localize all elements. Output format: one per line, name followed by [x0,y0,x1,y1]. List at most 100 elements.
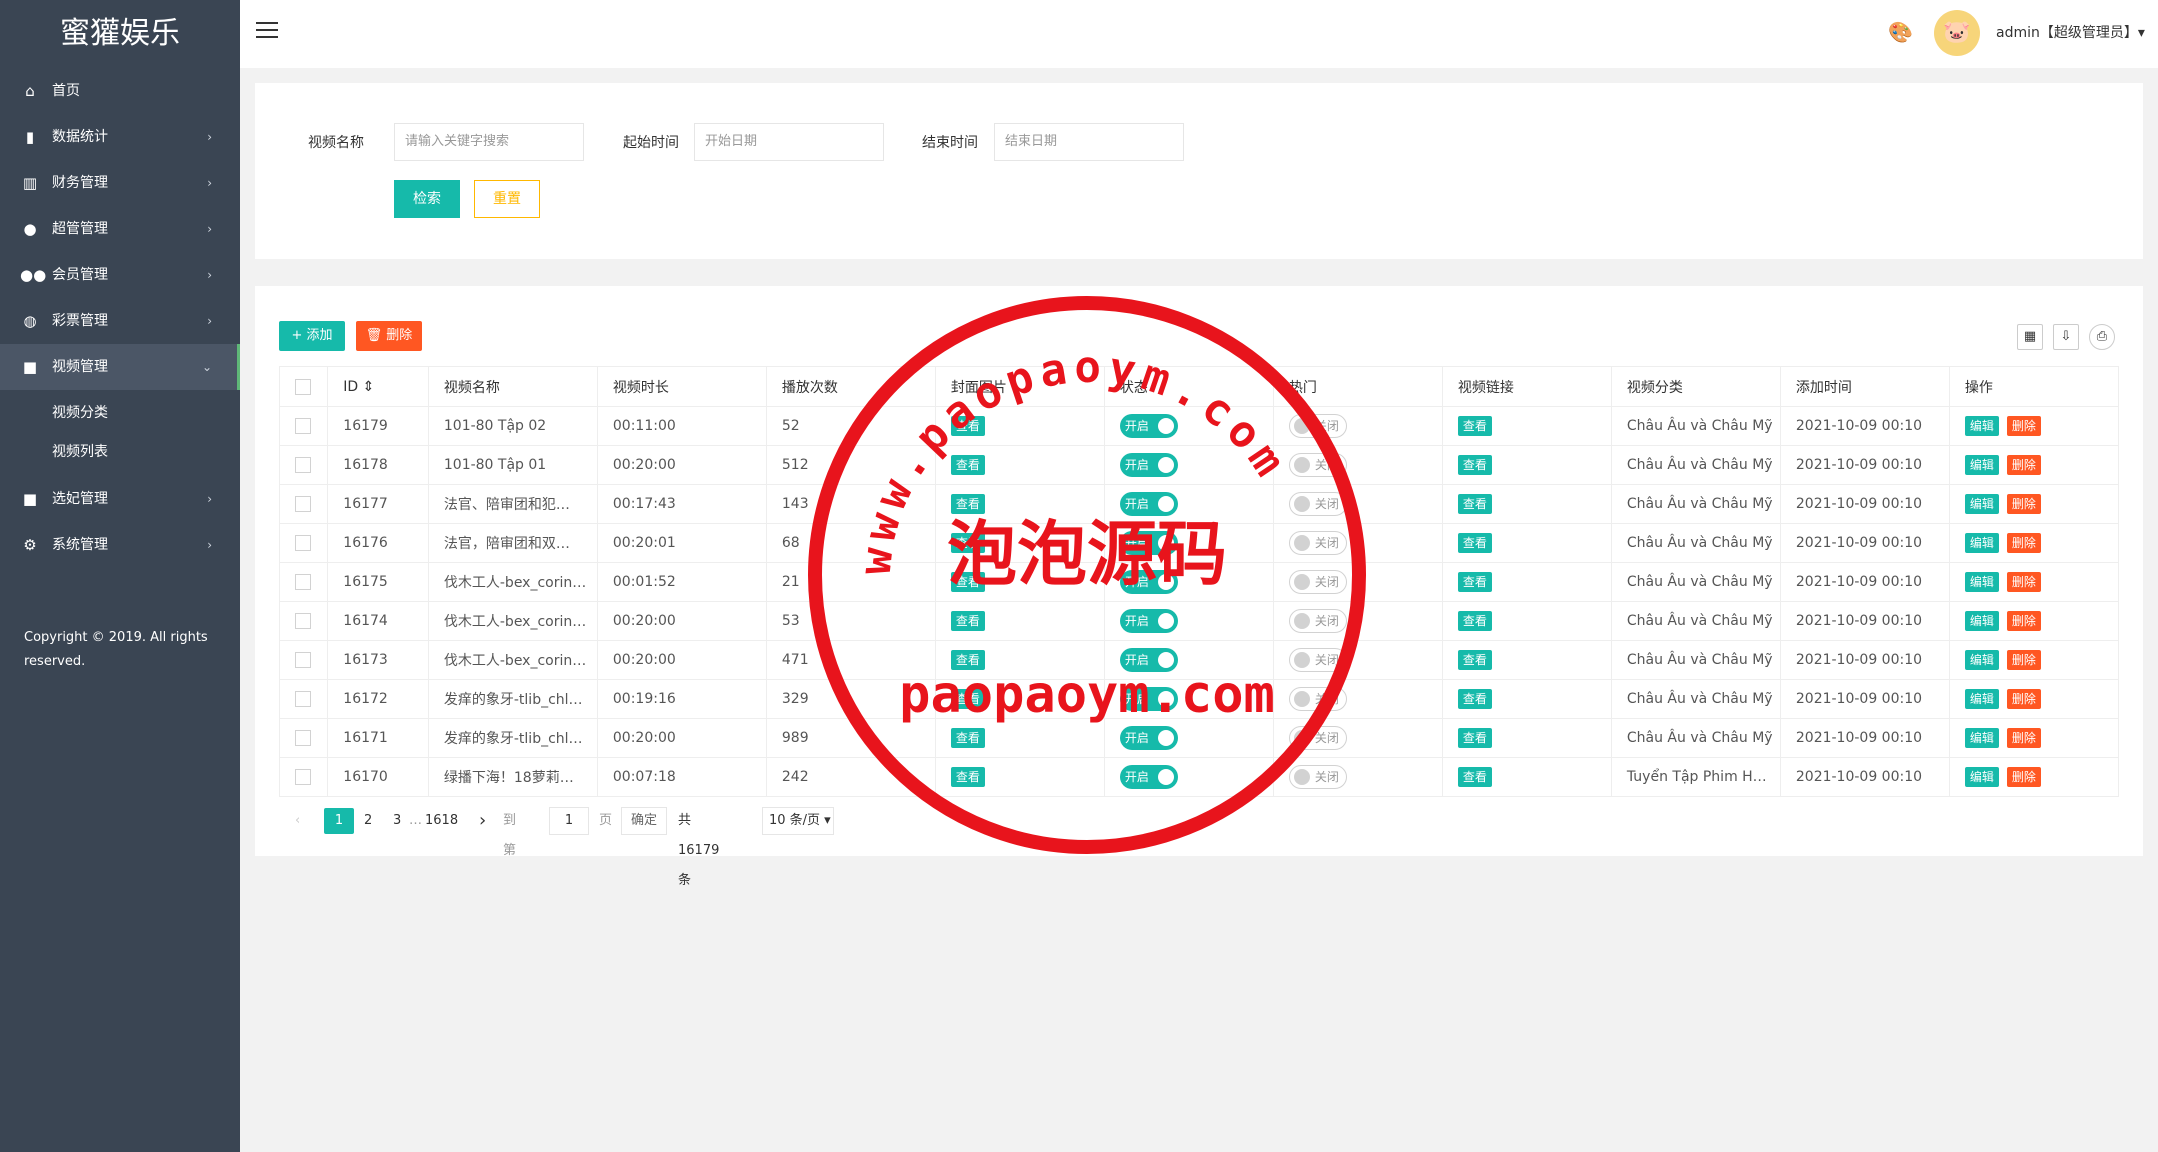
delete-row-button[interactable]: 删除 [2006,572,2041,592]
delete-row-button[interactable]: 删除 [2006,533,2041,553]
prev-page-icon[interactable]: ‹ [295,806,300,836]
page-size-select[interactable]: 10 条/页 ▾ [762,807,834,835]
sidebar-item-3[interactable]: ● 超管管理 › [0,206,240,252]
status-toggle[interactable]: 开启 [1119,765,1178,789]
view-link-button[interactable]: 查看 [1457,455,1492,475]
status-toggle[interactable]: 开启 [1119,687,1178,711]
delete-row-button[interactable]: 删除 [2006,767,2041,787]
view-cover-button[interactable]: 查看 [950,611,985,631]
view-cover-button[interactable]: 查看 [950,767,985,787]
sidebar-item-8[interactable]: ⚙ 系统管理 › [0,522,240,568]
hot-toggle[interactable]: 关闭 [1288,492,1347,516]
edit-button[interactable]: 编辑 [1964,416,1999,436]
row-checkbox[interactable] [295,574,311,590]
print-icon[interactable]: ⎙ [2089,324,2115,350]
delete-row-button[interactable]: 删除 [2006,650,2041,670]
row-checkbox[interactable] [295,730,311,746]
sidebar-item-1[interactable]: ▮ 数据统计 › [0,114,240,160]
edit-button[interactable]: 编辑 [1964,689,1999,709]
sidebar-item-0[interactable]: ⌂ 首页 [0,68,240,114]
row-checkbox[interactable] [295,535,311,551]
status-toggle[interactable]: 开启 [1119,648,1178,672]
status-toggle[interactable]: 开启 [1119,453,1178,477]
view-link-button[interactable]: 查看 [1457,572,1492,592]
add-button[interactable]: + 添加 [279,321,345,351]
page-3[interactable]: 3 [393,806,401,836]
sidebar-item-6[interactable]: ■ 视频管理 ⌄ [0,344,240,390]
hot-toggle[interactable]: 关闭 [1288,765,1347,789]
avatar[interactable]: 🐷 [1934,10,1980,56]
view-cover-button[interactable]: 查看 [950,533,985,553]
delete-row-button[interactable]: 删除 [2006,689,2041,709]
edit-button[interactable]: 编辑 [1964,494,1999,514]
row-checkbox[interactable] [295,652,311,668]
search-button[interactable]: 检索 [394,180,460,218]
reset-button[interactable]: 重置 [474,180,540,218]
status-toggle[interactable]: 开启 [1119,609,1178,633]
view-link-button[interactable]: 查看 [1457,533,1492,553]
end-date-input[interactable]: 结束日期 [994,123,1184,161]
delete-button[interactable]: 🗑 删除 [356,321,422,351]
sidebar-item-4[interactable]: ●● 会员管理 › [0,252,240,298]
view-link-button[interactable]: 查看 [1457,728,1492,748]
view-cover-button[interactable]: 查看 [950,689,985,709]
edit-button[interactable]: 编辑 [1964,611,1999,631]
select-all-checkbox[interactable] [295,378,311,395]
export-icon[interactable]: ⇩ [2053,324,2079,350]
delete-row-button[interactable]: 删除 [2006,416,2041,436]
hot-toggle[interactable]: 关闭 [1288,453,1347,477]
page-last[interactable]: 1618 [425,806,458,836]
delete-row-button[interactable]: 删除 [2006,611,2041,631]
next-page-icon[interactable]: › [479,806,486,836]
page-1[interactable]: 1 [324,808,354,834]
user-menu[interactable]: admin【超级管理员】▾ [1996,22,2145,42]
menu-toggle-icon[interactable] [256,22,278,44]
view-link-button[interactable]: 查看 [1457,416,1492,436]
sidebar-item-2[interactable]: ▥ 财务管理 › [0,160,240,206]
edit-button[interactable]: 编辑 [1964,650,1999,670]
columns-filter-icon[interactable]: ▦ [2017,324,2043,350]
edit-button[interactable]: 编辑 [1964,767,1999,787]
view-link-button[interactable]: 查看 [1457,494,1492,514]
status-toggle[interactable]: 开启 [1119,570,1178,594]
delete-row-button[interactable]: 删除 [2006,494,2041,514]
status-toggle[interactable]: 开启 [1119,726,1178,750]
view-link-button[interactable]: 查看 [1457,767,1492,787]
video-name-input[interactable]: 请输入关键字搜索 [394,123,584,161]
view-cover-button[interactable]: 查看 [950,572,985,592]
view-cover-button[interactable]: 查看 [950,650,985,670]
page-2[interactable]: 2 [364,806,372,836]
column-header-0[interactable] [278,366,329,407]
row-checkbox[interactable] [295,613,311,629]
start-date-input[interactable]: 开始日期 [694,123,884,161]
status-toggle[interactable]: 开启 [1119,492,1178,516]
hot-toggle[interactable]: 关闭 [1288,414,1347,438]
edit-button[interactable]: 编辑 [1964,728,1999,748]
hot-toggle[interactable]: 关闭 [1288,531,1347,555]
edit-button[interactable]: 编辑 [1964,572,1999,592]
hot-toggle[interactable]: 关闭 [1288,726,1347,750]
view-link-button[interactable]: 查看 [1457,689,1492,709]
delete-row-button[interactable]: 删除 [2006,728,2041,748]
status-toggle[interactable]: 开启 [1119,531,1178,555]
submenu-item-1[interactable]: 视频列表 [0,433,240,472]
hot-toggle[interactable]: 关闭 [1288,648,1347,672]
row-checkbox[interactable] [295,418,311,434]
edit-button[interactable]: 编辑 [1964,533,1999,553]
delete-row-button[interactable]: 删除 [2006,455,2041,475]
sidebar-item-5[interactable]: ◍ 彩票管理 › [0,298,240,344]
view-cover-button[interactable]: 查看 [950,494,985,514]
confirm-page-button[interactable]: 确定 [621,807,667,835]
page-jump-input[interactable]: 1 [549,807,589,835]
row-checkbox[interactable] [295,691,311,707]
row-checkbox[interactable] [295,769,311,785]
status-toggle[interactable]: 开启 [1119,414,1178,438]
palette-icon[interactable]: 🎨 [1888,20,1913,44]
submenu-item-0[interactable]: 视频分类 [0,394,240,433]
row-checkbox[interactable] [295,496,311,512]
view-cover-button[interactable]: 查看 [950,455,985,475]
row-checkbox[interactable] [295,457,311,473]
hot-toggle[interactable]: 关闭 [1288,570,1347,594]
view-cover-button[interactable]: 查看 [950,416,985,436]
sidebar-item-7[interactable]: ■ 选妃管理 › [0,476,240,522]
